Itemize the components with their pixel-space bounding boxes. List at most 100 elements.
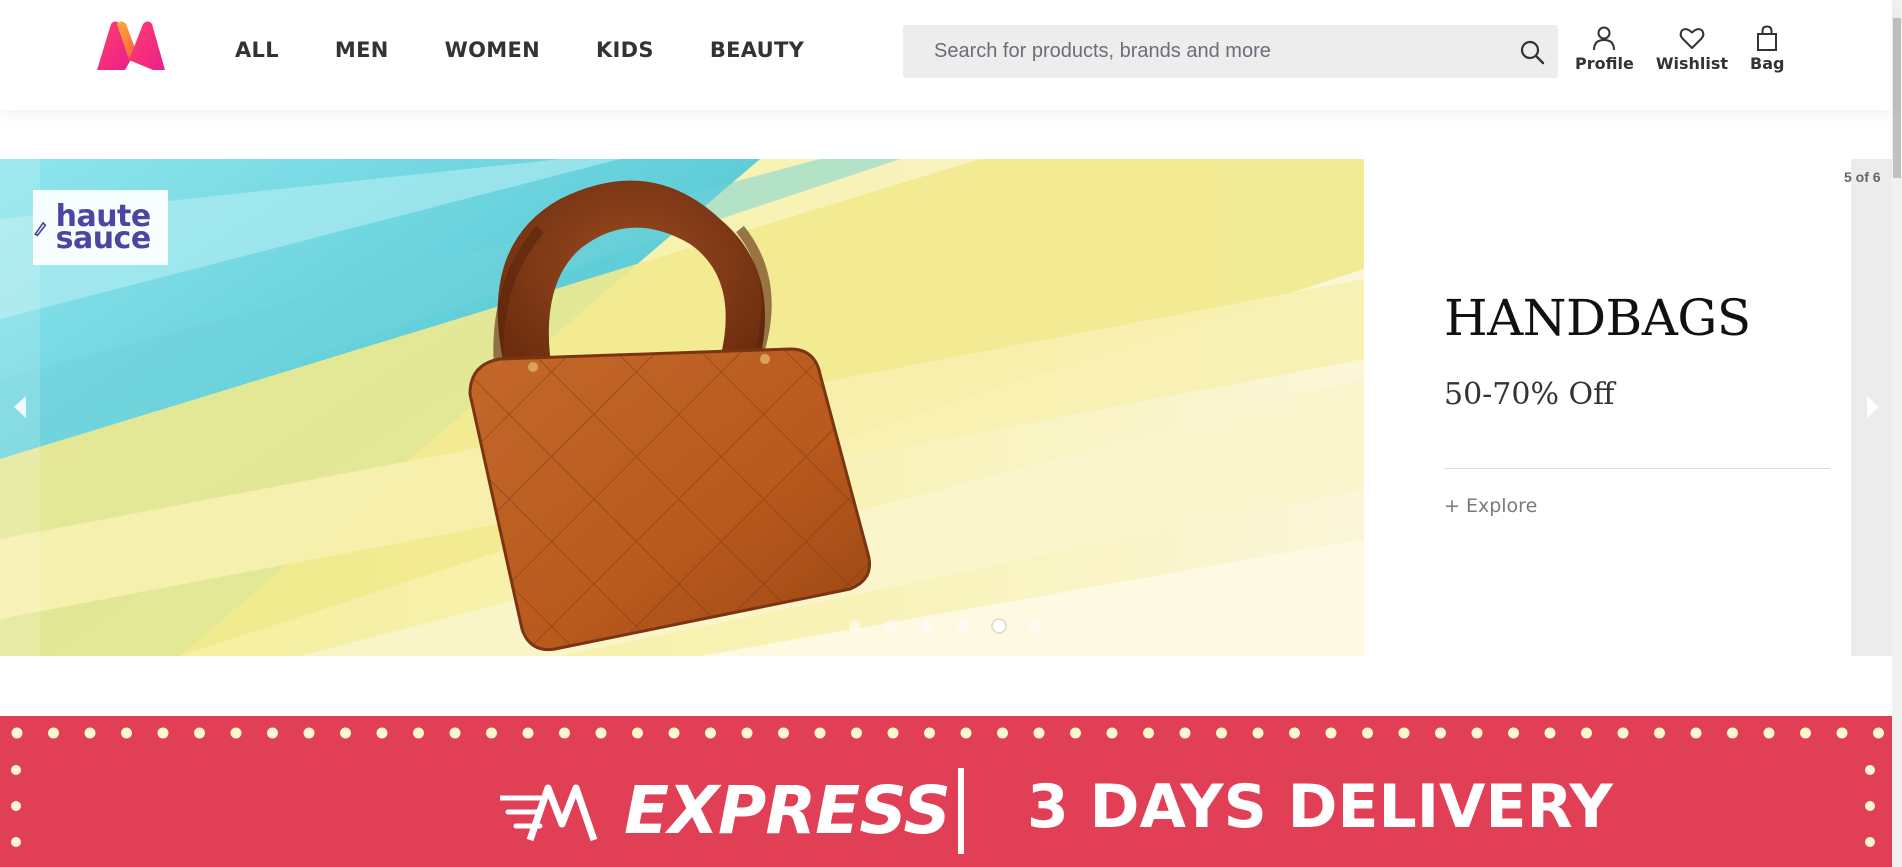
search-bar xyxy=(903,25,1558,78)
bulb-light xyxy=(1690,727,1702,739)
bulb-light xyxy=(1763,727,1775,739)
profile-button[interactable]: Profile xyxy=(1575,24,1634,73)
promo-divider xyxy=(1444,468,1830,469)
explore-link[interactable]: + Explore xyxy=(1444,495,1537,517)
haute-sauce-logo-icon xyxy=(33,221,47,236)
promo-title: HANDBAGS xyxy=(1444,289,1751,347)
bulb-light xyxy=(194,727,205,739)
bulb-light xyxy=(267,727,278,739)
bulb-light xyxy=(1033,727,1045,739)
delivery-label: 3 DAYS DELIVERY xyxy=(1027,772,1613,842)
top-header: ALL MEN WOMEN KIDS BEAUTY Profile Wishli… xyxy=(0,0,1892,110)
bulb-light xyxy=(1654,727,1665,739)
nav-men[interactable]: MEN xyxy=(335,38,389,62)
bulb-light xyxy=(413,727,424,739)
bulb-light xyxy=(1435,727,1446,739)
bulb-light xyxy=(121,727,132,739)
myntra-logo-icon[interactable] xyxy=(95,20,167,72)
carousel-dot[interactable] xyxy=(921,620,933,632)
bag-button[interactable]: Bag xyxy=(1750,24,1784,73)
bulb-light xyxy=(449,727,461,739)
nav-all[interactable]: ALL xyxy=(235,38,279,62)
bulb-light xyxy=(632,727,643,739)
express-delivery-banner[interactable]: EXPRESS 3 DAYS DELIVERY xyxy=(0,716,1892,867)
carousel-slide-image[interactable] xyxy=(0,159,1364,656)
bulb-light xyxy=(887,727,899,739)
promo-subtitle: 50-70% Off xyxy=(1444,377,1615,412)
bulb-light xyxy=(84,727,96,739)
bag-icon xyxy=(1757,25,1778,51)
carousel-next-icon[interactable] xyxy=(1867,396,1879,418)
scrollbar-thumb[interactable] xyxy=(1893,18,1901,178)
carousel-dots xyxy=(849,620,1065,632)
profile-label: Profile xyxy=(1575,54,1634,73)
bulb-light xyxy=(1143,727,1154,739)
bulb-light xyxy=(1106,727,1118,739)
heart-icon xyxy=(1679,28,1705,49)
bulb-light xyxy=(1617,727,1629,739)
bulb-light xyxy=(1544,727,1556,739)
wishlist-label: Wishlist xyxy=(1655,54,1728,73)
carousel-dot[interactable] xyxy=(885,620,897,632)
slide-counter: 5 of 6 xyxy=(1844,169,1881,185)
bulb-light xyxy=(1325,727,1337,739)
bulb-light xyxy=(814,727,826,739)
user-icon xyxy=(1593,26,1616,51)
bulb-light xyxy=(997,727,1008,739)
bulb-light xyxy=(1727,727,1738,739)
handbag-image xyxy=(0,159,1364,656)
bulb-light xyxy=(157,727,169,739)
bulb-light xyxy=(705,727,716,739)
bulb-light xyxy=(778,727,789,739)
bulb-light xyxy=(668,727,680,739)
carousel-prev-icon[interactable] xyxy=(14,396,26,418)
bulb-light xyxy=(522,727,534,739)
bulb-lights-decoration xyxy=(11,727,1884,739)
bulb-light xyxy=(1398,727,1410,739)
carousel-dot[interactable] xyxy=(957,620,969,632)
bulb-lights-left xyxy=(11,765,21,847)
hero-carousel: haute sauce HANDBAGS 50-70% Off + Explor… xyxy=(0,159,1892,656)
bulb-lights-right xyxy=(1865,765,1875,847)
bulb-light xyxy=(1289,727,1300,739)
bulb-light xyxy=(960,727,972,739)
nav-kids[interactable]: KIDS xyxy=(596,38,654,62)
carousel-dot-active[interactable] xyxy=(993,620,1005,632)
bulb-light xyxy=(1800,727,1811,739)
search-icon[interactable] xyxy=(1518,38,1546,66)
carousel-dot[interactable] xyxy=(1029,620,1041,632)
page-scrollbar[interactable] xyxy=(1892,0,1902,867)
bulb-light xyxy=(48,727,59,739)
bulb-light xyxy=(741,727,753,739)
bulb-light xyxy=(340,727,351,739)
express-label: EXPRESS xyxy=(624,772,951,849)
bulb-light xyxy=(1581,727,1592,739)
bulb-light xyxy=(851,727,862,739)
bulb-light xyxy=(1252,727,1264,739)
bag-label: Bag xyxy=(1750,54,1785,73)
bulb-light xyxy=(1070,727,1081,739)
search-input[interactable] xyxy=(932,39,1496,64)
bulb-light xyxy=(559,727,570,739)
bulb-light xyxy=(1362,727,1373,739)
main-nav: ALL MEN WOMEN KIDS BEAUTY xyxy=(235,0,860,100)
express-divider xyxy=(958,768,964,854)
bulb-light xyxy=(376,727,388,739)
express-logo-icon xyxy=(500,784,598,842)
nav-beauty[interactable]: BEAUTY xyxy=(710,38,804,62)
bulb-light xyxy=(924,727,935,739)
wishlist-button[interactable]: Wishlist xyxy=(1656,24,1728,73)
brand-badge: haute sauce xyxy=(33,190,168,265)
bulb-light xyxy=(1836,727,1848,739)
nav-women[interactable]: WOMEN xyxy=(445,38,540,62)
bulb-light xyxy=(303,727,315,739)
bulb-light xyxy=(1179,727,1191,739)
bulb-light xyxy=(1508,727,1519,739)
bulb-light xyxy=(1471,727,1483,739)
bulb-light xyxy=(595,727,607,739)
brand-name: haute sauce xyxy=(55,198,152,256)
bulb-light xyxy=(486,727,497,739)
bulb-light xyxy=(230,727,242,739)
header-actions: Profile Wishlist Bag xyxy=(1575,24,1804,73)
carousel-dot[interactable] xyxy=(849,620,861,632)
